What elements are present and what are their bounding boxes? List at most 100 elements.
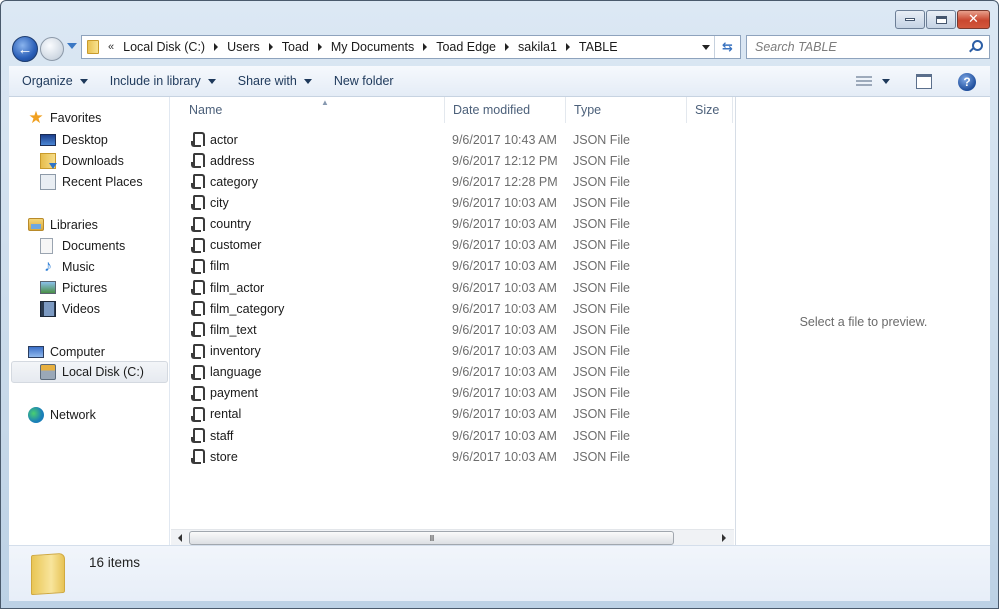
column-header-label: Name [189,103,223,117]
search-icon[interactable] [972,40,983,51]
file-type: JSON File [573,386,630,401]
column-header-name[interactable]: Name ▲ [181,97,445,123]
breadcrumb-separator-icon[interactable] [268,43,273,51]
help-icon[interactable]: ? [958,72,976,91]
view-options-dropdown[interactable] [882,79,890,84]
file-row[interactable]: payment 9/6/2017 10:03 AM JSON File [171,383,731,404]
scroll-right-icon[interactable] [722,534,726,542]
column-header-size[interactable]: Size [687,97,733,123]
file-name-cell: film_actor [191,277,264,298]
sidebar-item-recent-places[interactable]: Recent Places [40,171,143,192]
file-row[interactable]: inventory 9/6/2017 10:03 AM JSON File [171,341,731,362]
breadcrumb-item[interactable]: My Documents [326,40,419,54]
breadcrumb-separator-icon[interactable] [423,43,428,51]
breadcrumb-separator-icon[interactable] [565,43,570,51]
file-row[interactable]: language 9/6/2017 10:03 AM JSON File [171,362,731,383]
breadcrumb-item[interactable]: Local Disk (C:) [118,40,210,54]
network-icon [28,406,44,423]
sidebar-libraries[interactable]: Libraries [28,214,98,235]
breadcrumb-item[interactable]: Toad [277,40,314,54]
horizontal-scrollbar[interactable]: III [171,529,734,546]
new-folder-button[interactable]: New folder [325,69,403,93]
column-header-date-modified[interactable]: Date modified [445,97,566,123]
grip-icon: III [429,533,435,543]
column-header-type[interactable]: Type [566,97,687,123]
file-row[interactable]: staff 9/6/2017 10:03 AM JSON File [171,425,731,446]
file-row[interactable]: actor 9/6/2017 10:43 AM JSON File [171,129,731,150]
scroll-left-icon[interactable] [178,534,182,542]
file-row[interactable]: category 9/6/2017 12:28 PM JSON File [171,171,731,192]
file-row[interactable]: address 9/6/2017 12:12 PM JSON File [171,150,731,171]
json-file-icon [191,153,205,169]
file-date-modified: 9/6/2017 10:03 AM [452,322,557,337]
forward-button[interactable] [40,37,64,61]
refresh-button[interactable]: ⇆ [714,36,740,58]
breadcrumb-separator-icon[interactable] [505,43,509,51]
file-name: film [210,259,230,274]
local-disk-icon [40,364,56,380]
file-date-modified: 9/6/2017 10:03 AM [452,301,557,316]
file-row[interactable]: film_text 9/6/2017 10:03 AM JSON File [171,319,731,340]
include-in-library-button[interactable]: Include in library [101,69,225,93]
maximize-button[interactable] [926,10,956,29]
share-with-button[interactable]: Share with [229,69,321,93]
sidebar-item-label: Recent Places [62,174,143,189]
file-type: JSON File [573,217,630,232]
sidebar-item-videos[interactable]: Videos [40,298,100,319]
sidebar-computer[interactable]: Computer [28,341,105,362]
back-arrow-icon: ← [17,40,33,58]
file-row[interactable]: customer 9/6/2017 10:03 AM JSON File [171,235,731,256]
breadcrumb-item[interactable]: sakila1 [513,40,562,54]
file-type: JSON File [573,344,630,358]
file-row[interactable]: city 9/6/2017 10:03 AM JSON File [171,192,731,213]
sidebar-item-pictures[interactable]: Pictures [40,277,107,298]
json-file-icon [191,237,205,253]
file-row[interactable]: film 9/6/2017 10:03 AM JSON File [171,256,731,277]
search-input[interactable] [755,40,965,54]
preview-pane-icon[interactable] [916,74,932,89]
breadcrumb-overflow-button[interactable]: « [108,41,114,53]
back-button[interactable]: ← [12,36,38,62]
recent-pages-dropdown[interactable] [67,43,77,49]
sidebar-item-downloads[interactable]: Downloads [40,150,124,171]
breadcrumb-label: Toad Edge [436,40,496,54]
sidebar-libraries-label: Libraries [50,217,98,232]
file-row[interactable]: country 9/6/2017 10:03 AM JSON File [171,214,731,235]
breadcrumb-separator-icon[interactable] [317,43,322,51]
file-row[interactable]: rental 9/6/2017 10:03 AM JSON File [171,404,731,425]
sidebar-item-label: Desktop [62,132,108,147]
breadcrumb-separator-icon[interactable] [214,43,219,51]
file-name: customer [210,238,262,253]
minimize-icon [905,18,915,21]
breadcrumb-item[interactable]: TABLE [574,40,623,54]
address-dropdown-button[interactable] [702,45,710,50]
sidebar-favorites[interactable]: ★ Favorites [28,107,101,128]
minimize-button[interactable] [895,10,925,29]
sidebar-item-music[interactable]: ♪ Music [40,256,95,277]
file-row[interactable]: store 9/6/2017 10:03 AM JSON File [171,446,731,467]
sidebar-item-local-disk[interactable]: Local Disk (C:) [11,361,168,383]
address-bar[interactable]: « Local Disk (C:) Users Toad My Documents To… [81,35,741,59]
sidebar-item-documents[interactable]: Documents [40,235,125,256]
search-box [746,35,990,59]
breadcrumb-item[interactable]: Toad Edge [431,40,501,54]
folder-icon [87,40,99,54]
sidebar-network-label: Network [50,407,96,422]
file-name-cell: inventory [191,341,261,362]
sidebar-network[interactable]: Network [28,404,96,425]
file-date-modified: 9/6/2017 10:03 AM [452,365,557,380]
refresh-icon: ⇆ [722,39,733,54]
explorer-window: ✕ ← « Local Disk (C:) Users Toad My Documen… [0,0,999,609]
sidebar-item-label: Videos [62,301,100,316]
close-button[interactable]: ✕ [957,10,990,29]
breadcrumb-item[interactable]: Users [222,40,265,54]
file-row[interactable]: film_actor 9/6/2017 10:03 AM JSON File [171,277,731,298]
file-type: JSON File [573,238,630,253]
details-view-icon[interactable] [856,75,872,88]
json-file-icon [191,428,205,444]
file-row[interactable]: film_category 9/6/2017 10:03 AM JSON File [171,298,731,319]
file-type: JSON File [573,259,630,274]
scrollbar-thumb[interactable]: III [189,531,674,545]
sidebar-item-desktop[interactable]: Desktop [40,129,108,150]
organize-button[interactable]: Organize [13,69,97,93]
